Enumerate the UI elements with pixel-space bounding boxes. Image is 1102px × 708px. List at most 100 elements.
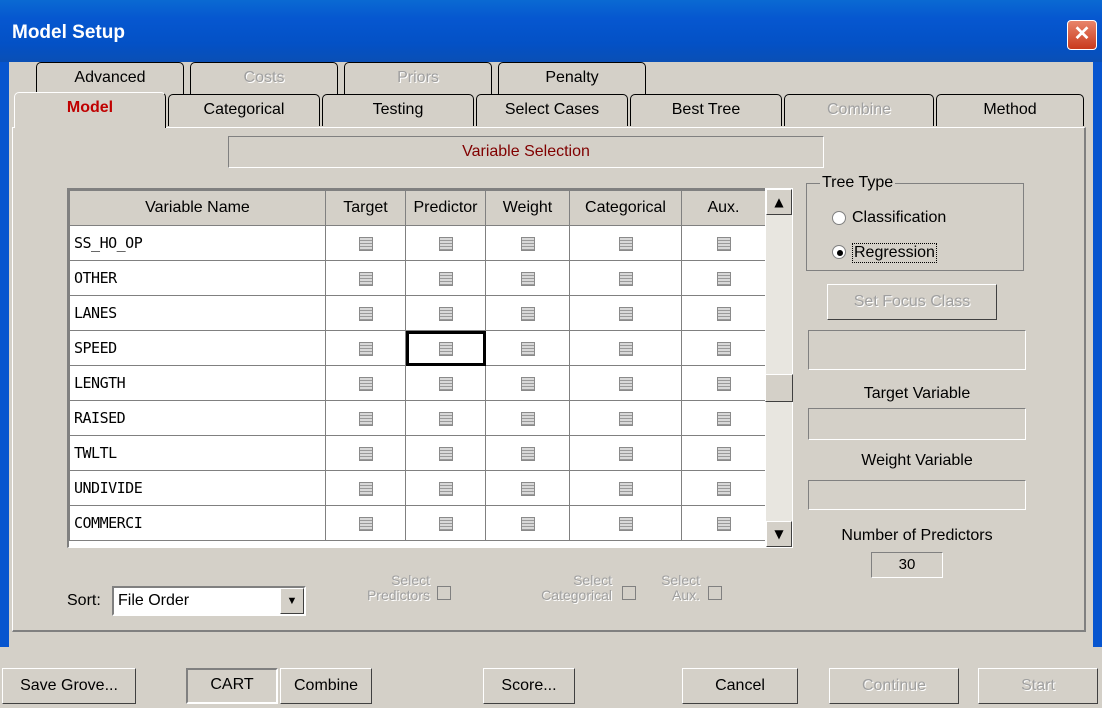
combine-button[interactable]: Combine [280, 668, 372, 704]
tab-testing[interactable]: Testing [322, 94, 474, 126]
aux-checkbox[interactable] [716, 306, 731, 321]
categorical-checkbox[interactable] [618, 306, 633, 321]
tab-costs: Costs [190, 62, 338, 94]
target-checkbox[interactable] [358, 236, 373, 251]
column-header-categorical[interactable]: Categorical [569, 190, 682, 226]
categorical-checkbox[interactable] [618, 481, 633, 496]
target-checkbox[interactable] [358, 376, 373, 391]
table-row: UNDIVIDE [69, 470, 766, 506]
weight-variable-field [808, 480, 1026, 510]
aux-checkbox[interactable] [716, 271, 731, 286]
table-row: TWLTL [69, 435, 766, 471]
number-of-predictors-value: 30 [871, 552, 943, 578]
aux-checkbox[interactable] [716, 376, 731, 391]
target-checkbox[interactable] [358, 271, 373, 286]
aux-checkbox[interactable] [716, 481, 731, 496]
tab-categorical[interactable]: Categorical [168, 94, 320, 126]
cancel-button[interactable]: Cancel [682, 668, 798, 704]
predictor-checkbox[interactable] [438, 306, 453, 321]
predictor-checkbox[interactable] [438, 411, 453, 426]
weight-checkbox[interactable] [520, 341, 535, 356]
select-categorical-label: Select Categorical [541, 572, 612, 603]
target-checkbox[interactable] [358, 481, 373, 496]
scrollbar-thumb[interactable] [765, 374, 793, 402]
target-checkbox[interactable] [358, 516, 373, 531]
predictor-checkbox[interactable] [438, 236, 453, 251]
select-predictors-label: Select Predictors [366, 572, 430, 603]
target-checkbox[interactable] [358, 411, 373, 426]
categorical-checkbox[interactable] [618, 446, 633, 461]
predictor-checkbox[interactable] [438, 446, 453, 461]
regression-label[interactable]: Regression [852, 243, 937, 263]
aux-checkbox[interactable] [716, 446, 731, 461]
aux-checkbox[interactable] [716, 516, 731, 531]
aux-checkbox[interactable] [716, 236, 731, 251]
predictor-checkbox[interactable] [438, 516, 453, 531]
target-checkbox[interactable] [358, 341, 373, 356]
tab-combine: Combine [784, 94, 934, 126]
close-button[interactable]: ✕ [1067, 20, 1097, 50]
classification-label[interactable]: Classification [852, 209, 946, 227]
weight-checkbox[interactable] [520, 271, 535, 286]
categorical-checkbox[interactable] [618, 341, 633, 356]
predictor-checkbox[interactable] [438, 341, 453, 356]
variable-selection-header: Variable Selection [228, 136, 824, 168]
table-row: OTHER [69, 260, 766, 296]
categorical-checkbox[interactable] [618, 236, 633, 251]
sort-value: File Order [118, 592, 190, 609]
variable-name-cell: RAISED [69, 400, 326, 436]
tab-penalty[interactable]: Penalty [498, 62, 646, 94]
tab-model[interactable]: Model [14, 92, 166, 128]
tab-advanced[interactable]: Advanced [36, 62, 184, 94]
predictor-checkbox[interactable] [438, 481, 453, 496]
tab-select-cases[interactable]: Select Cases [476, 94, 628, 126]
target-variable-field [808, 408, 1026, 440]
dropdown-arrow-icon[interactable]: ▼ [280, 588, 304, 614]
scroll-down-button[interactable]: ▼ [766, 521, 792, 547]
column-header-weight[interactable]: Weight [485, 190, 570, 226]
weight-checkbox[interactable] [520, 306, 535, 321]
table-row: LANES [69, 295, 766, 331]
save-grove-button[interactable]: Save Grove... [2, 668, 136, 704]
weight-checkbox[interactable] [520, 446, 535, 461]
target-checkbox[interactable] [358, 306, 373, 321]
radio-selected-dot [837, 250, 843, 256]
categorical-checkbox[interactable] [618, 516, 633, 531]
column-header-aux[interactable]: Aux. [681, 190, 766, 226]
grid-vertical-scrollbar[interactable]: ▲ ▼ [765, 188, 793, 548]
predictor-checkbox[interactable] [438, 376, 453, 391]
aux-checkbox[interactable] [716, 341, 731, 356]
window-title: Model Setup [12, 22, 125, 43]
cart-button[interactable]: CART [186, 668, 278, 704]
categorical-checkbox[interactable] [618, 411, 633, 426]
column-header-variable-name[interactable]: Variable Name [69, 190, 326, 226]
variable-name-cell: UNDIVIDE [69, 470, 326, 506]
focused-cell[interactable] [405, 330, 486, 366]
tab-best-tree[interactable]: Best Tree [630, 94, 782, 126]
weight-checkbox[interactable] [520, 236, 535, 251]
categorical-checkbox[interactable] [618, 376, 633, 391]
scroll-up-button[interactable]: ▲ [766, 189, 792, 215]
aux-checkbox[interactable] [716, 411, 731, 426]
classification-radio[interactable] [832, 211, 846, 225]
variable-name-cell: SPEED [69, 330, 326, 366]
table-row: COMMERCI [69, 505, 766, 541]
tab-method[interactable]: Method [936, 94, 1084, 126]
select-categorical-checkbox [622, 586, 636, 600]
predictor-checkbox[interactable] [438, 271, 453, 286]
column-header-target[interactable]: Target [325, 190, 406, 226]
weight-checkbox[interactable] [520, 516, 535, 531]
variable-name-cell: OTHER [69, 260, 326, 296]
tree-type-title: Tree Type [820, 174, 896, 192]
set-focus-class-button: Set Focus Class [827, 284, 997, 320]
regression-radio[interactable] [832, 245, 846, 259]
categorical-checkbox[interactable] [618, 271, 633, 286]
score-button[interactable]: Score... [483, 668, 575, 704]
weight-checkbox[interactable] [520, 411, 535, 426]
weight-checkbox[interactable] [520, 376, 535, 391]
variable-name-cell: LENGTH [69, 365, 326, 401]
weight-checkbox[interactable] [520, 481, 535, 496]
column-header-predictor[interactable]: Predictor [405, 190, 486, 226]
target-checkbox[interactable] [358, 446, 373, 461]
sort-dropdown[interactable]: File Order ▼ [112, 586, 306, 616]
